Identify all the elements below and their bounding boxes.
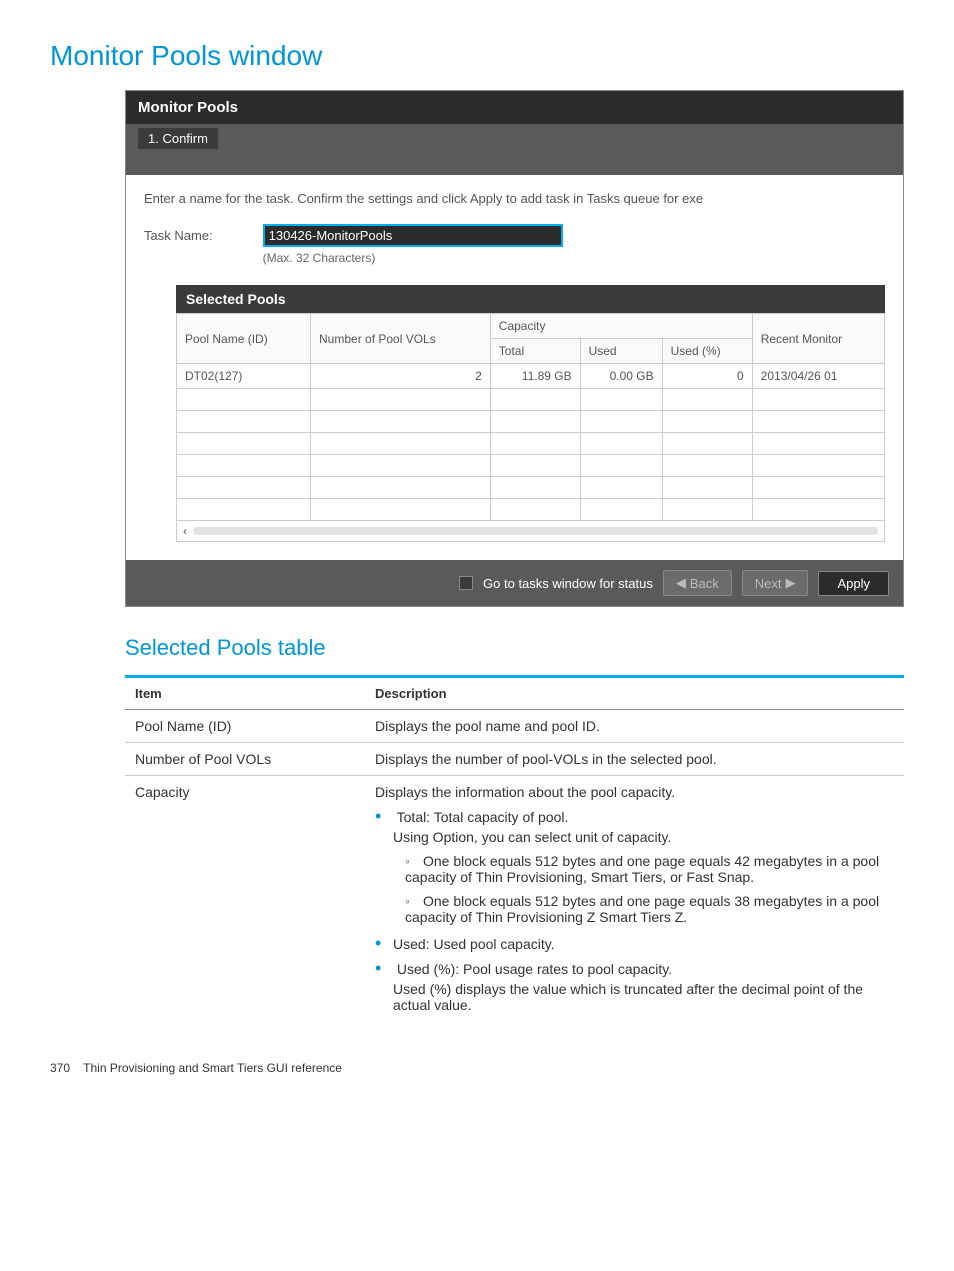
table-row — [177, 455, 885, 477]
col-total: Total — [490, 339, 580, 364]
col-num-vols: Number of Pool VOLs — [311, 314, 491, 364]
task-name-row: Task Name: (Max. 32 Characters) — [144, 224, 885, 265]
table-row — [177, 433, 885, 455]
wizard-step-confirm[interactable]: 1. Confirm — [138, 128, 218, 149]
description-table: Item Description Pool Name (ID) Displays… — [125, 675, 904, 1025]
list-item: Used: Used pool capacity. — [375, 933, 894, 954]
dialog-footer: Go to tasks window for status ◀ Back Nex… — [126, 560, 903, 606]
list-item: One block equals 512 bytes and one page … — [405, 893, 894, 925]
selected-pools-table: Pool Name (ID) Number of Pool VOLs Capac… — [176, 313, 885, 521]
chevron-right-icon: ▶ — [785, 575, 795, 591]
list-item: Total: Total capacity of pool. Using Opt… — [375, 806, 894, 925]
dialog-body: Enter a name for the task. Confirm the s… — [126, 175, 903, 560]
back-button[interactable]: ◀ Back — [663, 570, 732, 596]
col-used-pct: Used (%) — [662, 339, 752, 364]
instruction-text: Enter a name for the task. Confirm the s… — [144, 191, 885, 206]
apply-button[interactable]: Apply — [818, 571, 889, 596]
scroll-left-icon[interactable]: ‹ — [183, 524, 187, 538]
table-row — [177, 477, 885, 499]
col-description: Description — [365, 677, 904, 710]
cell-item: Capacity — [125, 776, 365, 1026]
selected-pools-header: Selected Pools — [176, 285, 885, 313]
bullet-total: Total: Total capacity of pool. — [397, 809, 569, 825]
scroll-track[interactable] — [193, 527, 878, 535]
col-recent-monitor: Recent Monitor — [752, 314, 884, 364]
cell-used: 0.00 GB — [580, 364, 662, 389]
cell-desc: Displays the pool name and pool ID. — [365, 710, 904, 743]
cell-total: 11.89 GB — [490, 364, 580, 389]
cell-num-vols: 2 — [311, 364, 491, 389]
go-to-tasks-checkbox[interactable] — [459, 576, 473, 590]
table-row: Pool Name (ID) Displays the pool name an… — [125, 710, 904, 743]
capacity-intro: Displays the information about the pool … — [375, 784, 894, 800]
next-button[interactable]: Next ▶ — [742, 570, 809, 596]
table-row: Number of Pool VOLs Displays the number … — [125, 743, 904, 776]
cell-used-pct: 0 — [662, 364, 752, 389]
horizontal-scrollbar[interactable]: ‹ — [176, 521, 885, 542]
footer-title: Thin Provisioning and Smart Tiers GUI re… — [83, 1061, 342, 1075]
cell-desc: Displays the number of pool-VOLs in the … — [365, 743, 904, 776]
task-name-label: Task Name: — [144, 228, 213, 243]
page-number: 370 — [50, 1061, 70, 1075]
col-capacity: Capacity — [490, 314, 752, 339]
cell-item: Number of Pool VOLs — [125, 743, 365, 776]
table-row[interactable]: DT02(127) 2 11.89 GB 0.00 GB 0 2013/04/2… — [177, 364, 885, 389]
wizard-steps: 1. Confirm — [126, 124, 903, 153]
back-button-label: Back — [690, 576, 719, 591]
table-row — [177, 389, 885, 411]
task-name-input[interactable] — [263, 224, 563, 247]
section-title: Selected Pools table — [125, 635, 904, 661]
bullet-used-pct-sub: Used (%) displays the value which is tru… — [393, 981, 894, 1013]
page-title: Monitor Pools window — [50, 40, 904, 72]
col-item: Item — [125, 677, 365, 710]
circle-note: One block equals 512 bytes and one page … — [405, 853, 879, 885]
next-button-label: Next — [755, 576, 782, 591]
cell-desc: Displays the information about the pool … — [365, 776, 904, 1026]
bullet-used: Used: Used pool capacity. — [393, 936, 555, 952]
col-pool-name: Pool Name (ID) — [177, 314, 311, 364]
page-footer: 370 Thin Provisioning and Smart Tiers GU… — [50, 1061, 904, 1075]
cell-item: Pool Name (ID) — [125, 710, 365, 743]
monitor-pools-dialog: Monitor Pools 1. Confirm Enter a name fo… — [125, 90, 904, 607]
circle-note: One block equals 512 bytes and one page … — [405, 893, 879, 925]
col-used: Used — [580, 339, 662, 364]
table-row: Capacity Displays the information about … — [125, 776, 904, 1026]
chevron-left-icon: ◀ — [676, 575, 686, 591]
table-row — [177, 411, 885, 433]
go-to-tasks-label: Go to tasks window for status — [483, 576, 653, 591]
table-row — [177, 499, 885, 521]
selected-pools-box: Selected Pools Pool Name (ID) Number of … — [176, 285, 885, 542]
dialog-title: Monitor Pools — [126, 91, 903, 124]
task-name-hint: (Max. 32 Characters) — [263, 251, 563, 265]
cell-pool-name: DT02(127) — [177, 364, 311, 389]
list-item: Used (%): Pool usage rates to pool capac… — [375, 958, 894, 1013]
bullet-used-pct: Used (%): Pool usage rates to pool capac… — [397, 961, 672, 977]
cell-recent: 2013/04/26 01 — [752, 364, 884, 389]
list-item: One block equals 512 bytes and one page … — [405, 853, 894, 885]
bullet-total-sub: Using Option, you can select unit of cap… — [393, 829, 894, 845]
dialog-spacer — [126, 153, 903, 175]
